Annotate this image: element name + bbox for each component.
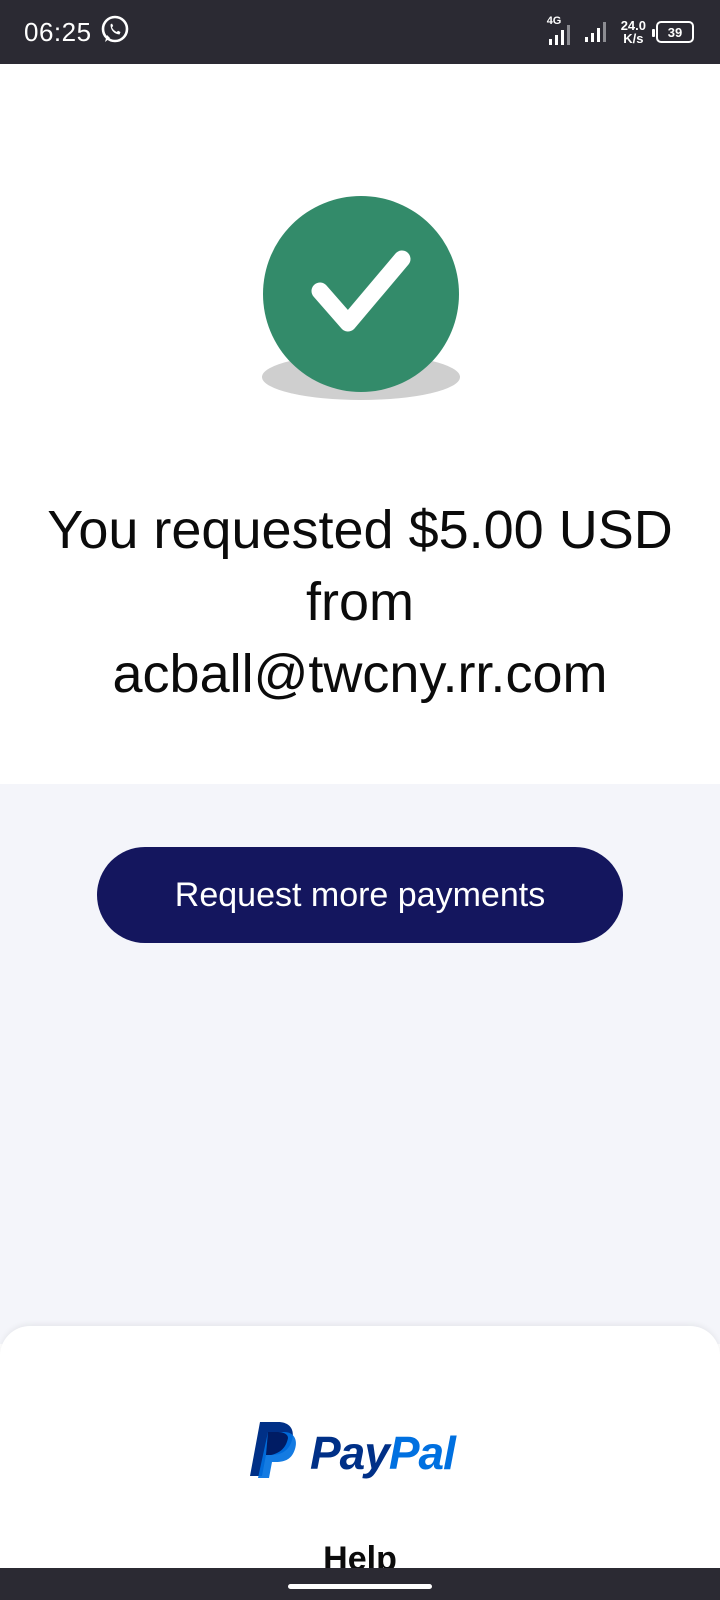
status-bar: 06:25 4G 24.0 K/s 39 [0,0,720,64]
success-section: You requested $5.00 USD from acball@twcn… [0,64,720,784]
request-confirmation-message: You requested $5.00 USD from acball@twcn… [20,494,700,710]
payment-request-success-screen: 06:25 4G 24.0 K/s 39 You requested $5.00… [0,0,720,1600]
request-more-payments-button[interactable]: Request more payments [97,847,623,943]
signal-icon [583,16,611,49]
battery-level: 39 [667,24,683,40]
message-line-amount: You requested $5.00 USD [47,500,673,560]
network-speed: 24.0 K/s [621,19,646,45]
message-line-from: from [306,572,414,632]
footer-card: PayPal Help [0,1326,720,1600]
paypal-logo: PayPal [248,1420,456,1485]
whatsapp-icon [98,13,132,52]
checkmark-icon [311,250,411,332]
signal-4g-icon: 4G [547,15,573,47]
action-section: Request more payments [0,784,720,1344]
message-line-recipient: acball@twcny.rr.com [112,644,608,704]
check-circle [263,196,459,392]
status-right: 4G 24.0 K/s 39 [547,15,694,49]
status-left: 06:25 [24,13,132,52]
home-indicator[interactable] [288,1584,432,1589]
system-nav-bar [0,1568,720,1600]
battery-icon: 39 [652,21,694,43]
network-speed-unit: K/s [623,31,644,46]
paypal-monogram-icon [248,1420,298,1485]
status-time: 06:25 [24,16,92,47]
paypal-wordmark: PayPal [310,1426,456,1479]
check-circle-icon [262,196,460,406]
